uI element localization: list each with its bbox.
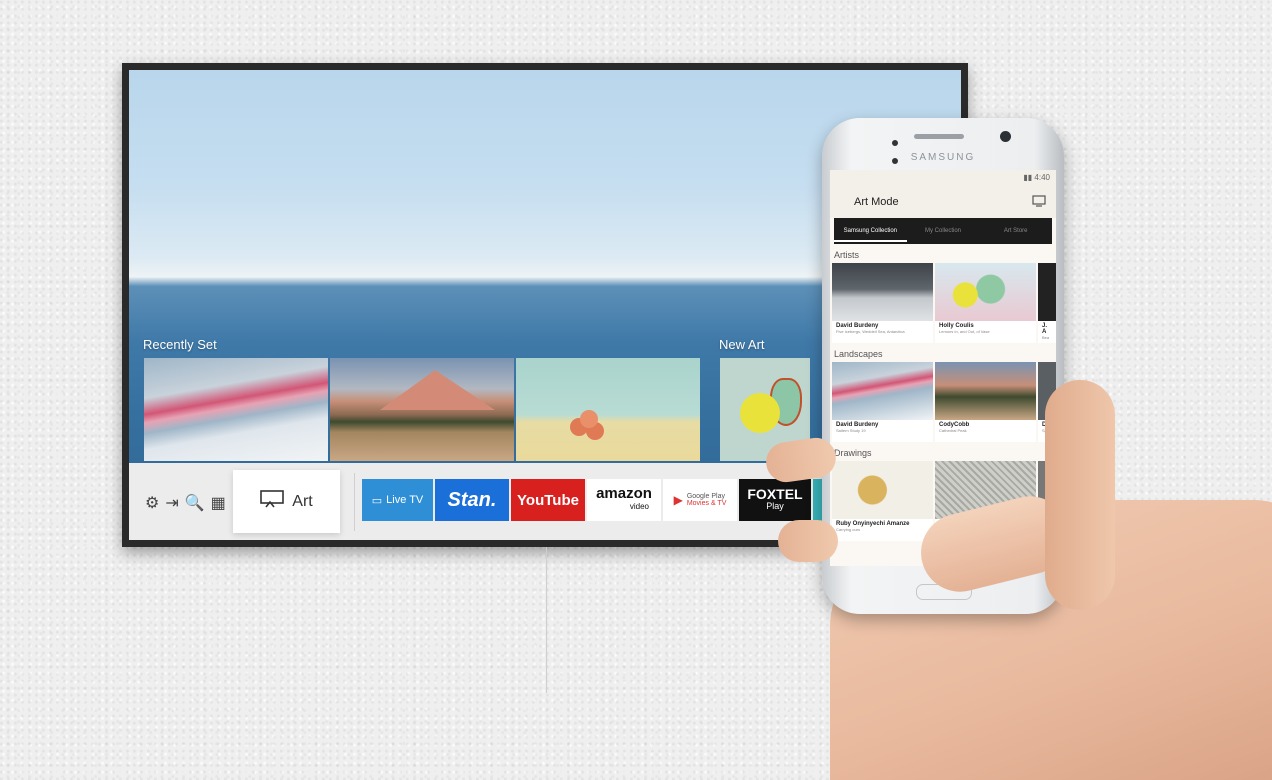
hand-side xyxy=(1045,380,1115,610)
app-google-play-movies[interactable]: ▶ Google Play Movies & TV xyxy=(663,479,737,521)
cast-tv-icon[interactable] xyxy=(1032,194,1046,210)
recent-art-thumb-1[interactable] xyxy=(144,358,328,461)
app-stan[interactable]: Stan. xyxy=(435,479,509,521)
new-art-label: New Art xyxy=(719,337,765,352)
recent-art-thumb-3[interactable] xyxy=(516,358,700,461)
tv-system-icons: ⚙ ⇥ 🔍 ▦ xyxy=(145,493,226,513)
settings-icon[interactable]: ⚙ xyxy=(145,493,159,513)
art-label: Art xyxy=(292,492,313,510)
recently-set-label: Recently Set xyxy=(143,337,217,352)
tab-art-store[interactable]: Art Store xyxy=(979,228,1052,234)
collection-tabs: Samsung Collection My Collection Art Sto… xyxy=(834,218,1052,244)
section-title: Landscapes xyxy=(834,349,883,359)
tv-cable xyxy=(546,547,547,693)
app-title: Art Mode xyxy=(854,196,899,208)
phone-speaker xyxy=(914,134,964,139)
tab-samsung-collection[interactable]: Samsung Collection xyxy=(834,220,907,242)
source-icon[interactable]: ⇥ xyxy=(165,493,178,513)
artists-carousel[interactable]: David Burdeny Five Icebergs, Weddell Sea,… xyxy=(830,263,1056,343)
art-card[interactable]: Holly Coulis Lemons In, and Out, of Vase xyxy=(935,263,1036,343)
front-camera xyxy=(1000,131,1011,142)
app-amazon-video[interactable]: amazon video xyxy=(587,479,661,521)
search-icon[interactable]: 🔍 xyxy=(185,493,205,513)
app-live-tv[interactable]: ▭ Live TV xyxy=(362,479,433,521)
status-bar: ▮▮ 4:40 xyxy=(830,170,1056,186)
art-card[interactable]: CodyCobb Cathedral Peak xyxy=(935,362,1036,442)
status-time: 4:40 xyxy=(1034,173,1050,182)
art-card[interactable]: David Burdeny Five Icebergs, Weddell Sea,… xyxy=(832,263,933,343)
signal-icon: ▮▮ xyxy=(1023,173,1035,182)
bar-divider xyxy=(354,473,355,531)
art-card[interactable]: J. A Bea xyxy=(1038,263,1056,343)
index-finger xyxy=(778,520,838,562)
art-mode-tile[interactable]: Art xyxy=(233,470,340,533)
art-card[interactable]: Ruby Onyinyechi Amanze Carrying ours xyxy=(832,461,933,541)
art-card[interactable]: David Burdeny Saltern Study 19 xyxy=(832,362,933,442)
tv-icon: ▭ xyxy=(371,494,383,507)
app-header: Art Mode xyxy=(830,186,1056,218)
phone-brand: SAMSUNG xyxy=(910,152,976,163)
play-icon: ▶ xyxy=(673,493,683,507)
phone-sensors xyxy=(892,133,906,164)
landscapes-carousel[interactable]: David Burdeny Saltern Study 19 CodyCobb Ca… xyxy=(830,362,1056,442)
section-title: Drawings xyxy=(834,448,872,458)
recent-art-thumb-2[interactable] xyxy=(330,358,514,461)
section-title: Artists xyxy=(834,250,860,260)
apps-icon[interactable]: ▦ xyxy=(211,493,226,513)
art-icon xyxy=(260,490,285,513)
tab-my-collection[interactable]: My Collection xyxy=(907,228,980,234)
app-youtube[interactable]: YouTube xyxy=(511,479,585,521)
